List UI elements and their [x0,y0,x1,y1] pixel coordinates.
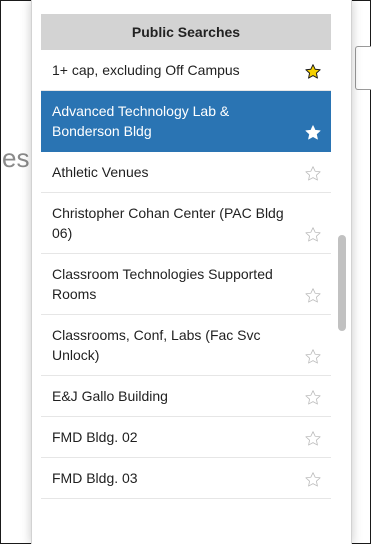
star-icon[interactable] [304,124,322,142]
search-item[interactable]: Classroom Technologies Supported Rooms [41,254,331,315]
star-icon[interactable] [304,471,322,489]
list-header: Public Searches [41,14,331,50]
search-item-label: Athletic Venues [52,164,149,180]
search-list: Public Searches 1+ cap, excluding Off Ca… [41,0,331,499]
search-item[interactable]: Advanced Technology Lab & Bonderson Bldg [41,91,331,152]
star-icon[interactable] [304,389,322,407]
search-items: 1+ cap, excluding Off Campus Advanced Tec… [41,50,331,499]
search-item-label: Classroom Technologies Supported Rooms [52,266,273,302]
search-item[interactable]: Classrooms, Conf, Labs (Fac Svc Unlock) [41,315,331,376]
search-item-label: Christopher Cohan Center (PAC Bldg 06) [52,205,284,241]
scrollbar-thumb[interactable] [338,235,346,331]
public-searches-dropdown: Public Searches 1+ cap, excluding Off Ca… [31,0,352,544]
star-icon[interactable] [304,287,322,305]
star-icon[interactable] [304,430,322,448]
star-icon[interactable] [304,165,322,183]
search-item[interactable]: Athletic Venues [41,152,331,193]
background-input-box [355,46,371,90]
star-icon[interactable] [304,63,322,81]
search-item-label: FMD Bldg. 02 [52,429,138,445]
star-icon[interactable] [304,226,322,244]
search-item-label: Advanced Technology Lab & Bonderson Bldg [52,103,230,139]
search-item-label: 1+ cap, excluding Off Campus [52,62,240,78]
search-item[interactable]: FMD Bldg. 03 [41,458,331,499]
search-item[interactable]: Christopher Cohan Center (PAC Bldg 06) [41,193,331,254]
search-item[interactable]: 1+ cap, excluding Off Campus [41,50,331,91]
search-item-label: E&J Gallo Building [52,388,168,404]
scrollbar-track[interactable] [338,0,348,544]
search-item[interactable]: FMD Bldg. 02 [41,417,331,458]
star-icon[interactable] [304,348,322,366]
search-item[interactable]: E&J Gallo Building [41,376,331,417]
search-item-label: FMD Bldg. 03 [52,470,138,486]
search-item-label: Classrooms, Conf, Labs (Fac Svc Unlock) [52,327,261,363]
